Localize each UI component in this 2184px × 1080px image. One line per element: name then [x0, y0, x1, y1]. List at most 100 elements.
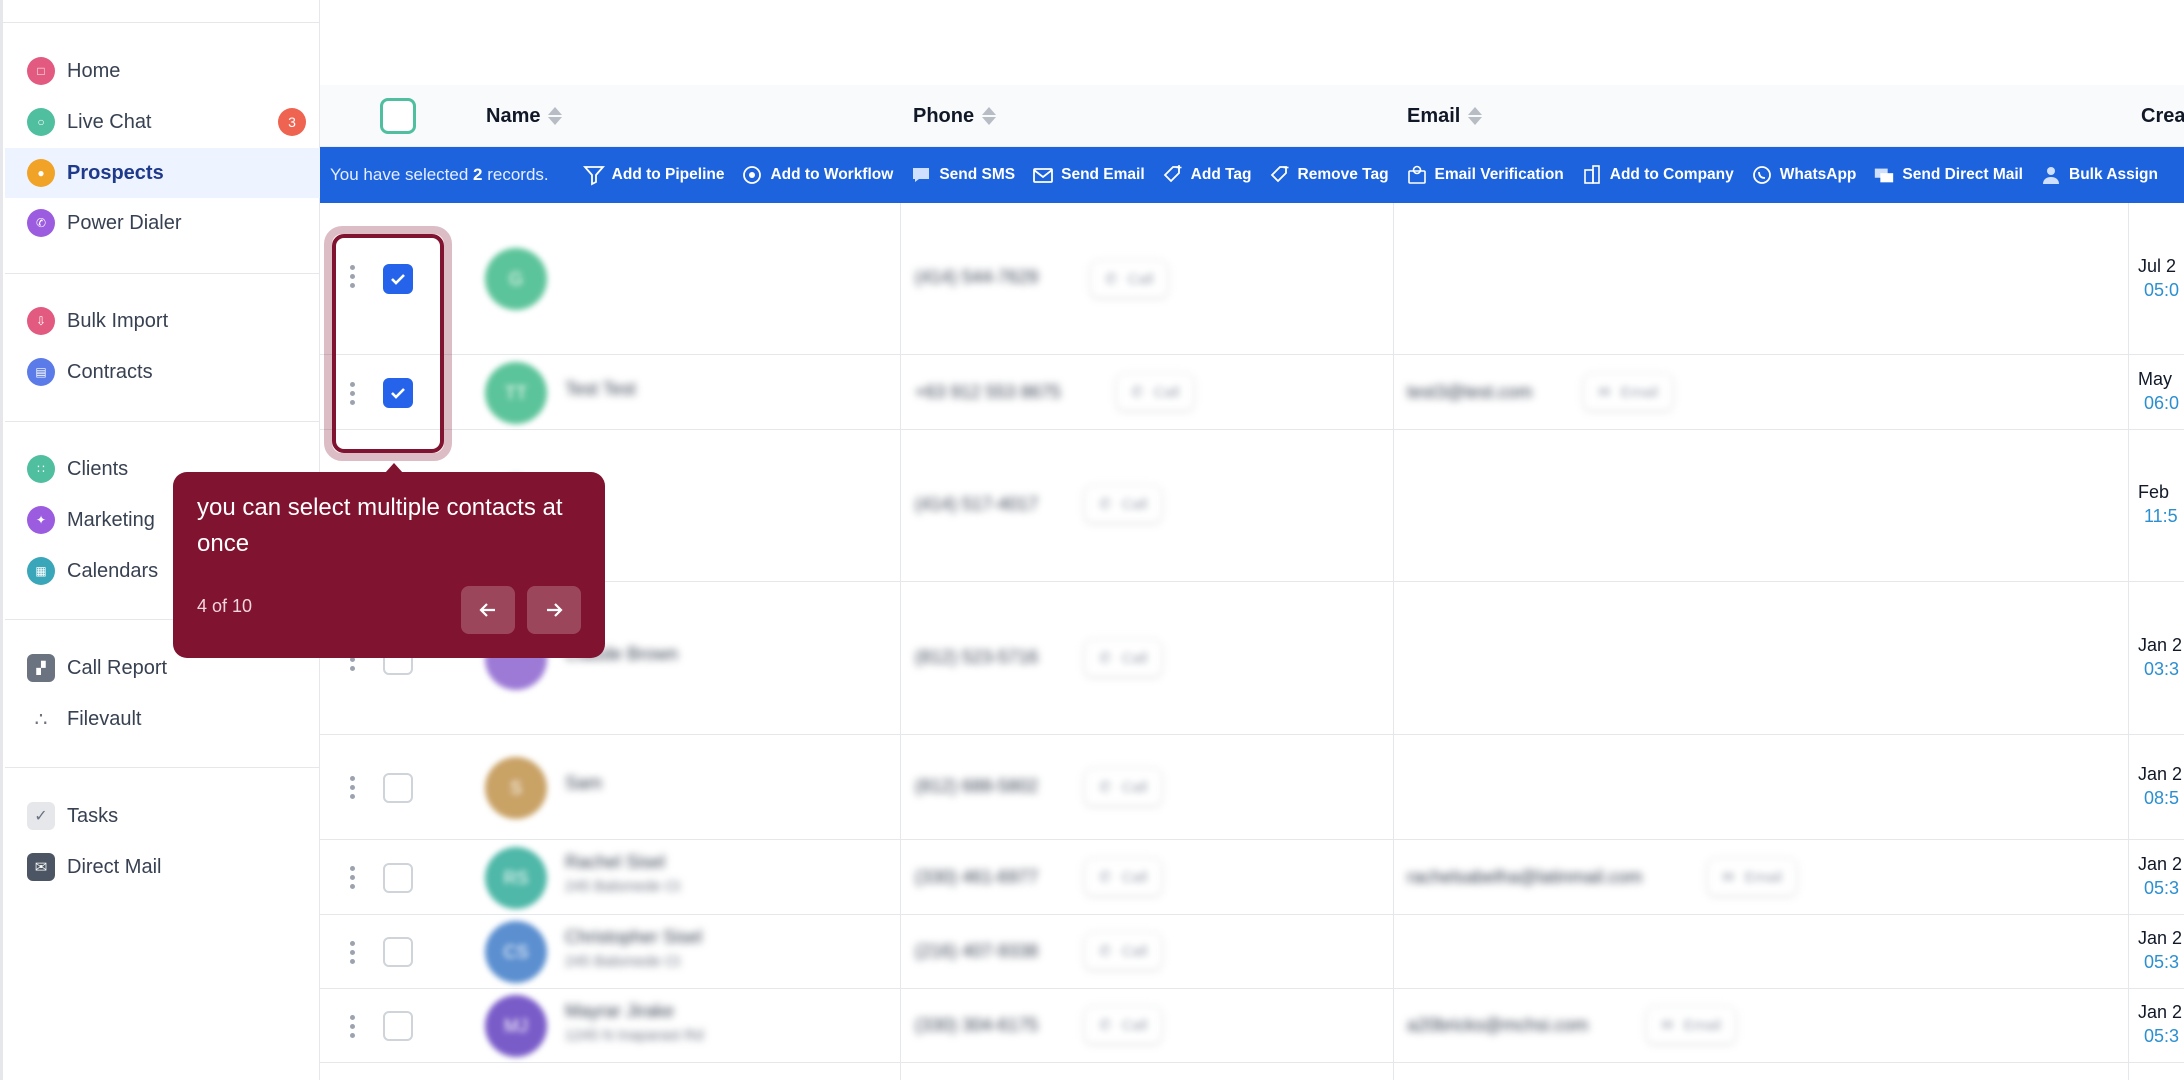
direct-mail-icon	[1873, 164, 1895, 186]
add-to-pipeline-button[interactable]: Add to Pipeline	[582, 164, 724, 186]
row-checkbox[interactable]	[383, 1011, 413, 1041]
contact-name: Mayrar Jirake	[565, 1001, 675, 1021]
whatsapp-button[interactable]: WhatsApp	[1751, 164, 1856, 186]
add-to-workflow-button[interactable]: Add to Workflow	[741, 164, 893, 186]
sidebar-divider	[5, 767, 320, 768]
sms-icon	[910, 164, 932, 186]
report-icon: ▞	[27, 654, 55, 682]
phone-number: (414) 517-4017	[915, 494, 1039, 514]
send-sms-button[interactable]: Send SMS	[910, 164, 1015, 186]
phone-number: (330) 461-6977	[915, 867, 1039, 887]
created-date: Jan 2	[2138, 1002, 2183, 1022]
phone-icon: ✆	[1105, 271, 1118, 288]
phone-icon: ✆	[1099, 496, 1112, 513]
row-menu-icon[interactable]	[350, 941, 356, 964]
created-date: May	[2138, 369, 2173, 389]
sidebar-item-direct-mail[interactable]: ✉ Direct Mail	[5, 842, 320, 892]
arrow-right-icon	[547, 603, 563, 617]
add-to-company-button[interactable]: Add to Company	[1581, 164, 1734, 186]
call-button[interactable]: ✆ Call	[1116, 373, 1195, 411]
tooltip-arrow	[385, 463, 403, 473]
call-button[interactable]: ✆ Call	[1084, 639, 1163, 677]
row-checkbox[interactable]	[383, 863, 413, 893]
call-button[interactable]: ✆ Call	[1084, 768, 1163, 806]
created-date: Jan 2	[2138, 928, 2183, 948]
email-button[interactable]: ✉ Email	[1707, 858, 1798, 896]
phone-icon: ✆	[1099, 650, 1112, 667]
marketing-icon: ✦	[27, 506, 55, 534]
tag-plus-icon	[1162, 164, 1184, 186]
tag-minus-icon	[1269, 164, 1291, 186]
email-button[interactable]: ✉ Email	[1583, 373, 1674, 411]
table-row[interactable]: CS Christopher Sisel 245 Balsmede Ct (21…	[320, 915, 2184, 989]
call-button[interactable]: ✆ Call	[1084, 932, 1163, 970]
phone-icon: ✆	[1131, 384, 1144, 401]
sort-icon	[1468, 107, 1483, 125]
select-all-checkbox[interactable]	[380, 98, 416, 134]
home-icon: □	[27, 57, 55, 85]
table-row[interactable]: RS Rachel Sisel 245 Balsmede Ct (330) 46…	[320, 840, 2184, 915]
email-button[interactable]: ✉ Email	[1646, 1006, 1737, 1044]
email-address: test3@test.com	[1407, 382, 1533, 402]
email-verification-button[interactable]: Email Verification	[1406, 164, 1564, 186]
created-time: 05:0	[2144, 280, 2180, 300]
sidebar-item-power-dialer[interactable]: ✆ Power Dialer	[5, 198, 320, 248]
sidebar-item-live-chat[interactable]: ○ Live Chat 3	[5, 97, 320, 147]
sidebar-item-label: Bulk Import	[67, 309, 169, 332]
remove-tag-button[interactable]: Remove Tag	[1269, 164, 1389, 186]
created-time: 08:5	[2144, 788, 2180, 808]
column-header-name[interactable]: Name	[486, 85, 563, 147]
call-button[interactable]: ✆ Call	[1084, 485, 1163, 523]
tooltip-message: you can select multiple contacts at once	[197, 494, 563, 557]
sidebar-item-prospects[interactable]: ● Prospects	[5, 148, 320, 198]
call-button[interactable]: ✆ Call	[1090, 260, 1169, 298]
send-direct-mail-button[interactable]: Send Direct Mail	[1873, 164, 2023, 186]
sidebar-item-label: Tasks	[67, 804, 119, 827]
call-button[interactable]: ✆ Call	[1084, 1006, 1163, 1044]
sidebar-item-label: Prospects	[67, 161, 164, 184]
tasks-icon: ✓	[27, 802, 55, 830]
sidebar-item-bulk-import[interactable]: ⇩ Bulk Import	[5, 296, 320, 346]
add-tag-button[interactable]: Add Tag	[1162, 164, 1252, 186]
whatsapp-icon	[1751, 164, 1773, 186]
contact-address: 245 Balsmede Ct	[565, 878, 681, 895]
sort-icon	[548, 107, 563, 125]
call-button[interactable]: ✆ Call	[1084, 858, 1163, 896]
sidebar-item-home[interactable]: □ Home	[5, 46, 320, 96]
envelope-icon: ✉	[1598, 384, 1611, 401]
row-checkbox[interactable]	[383, 773, 413, 803]
sidebar-item-filevault[interactable]: ∴ Filevault	[5, 694, 320, 744]
column-header-phone[interactable]: Phone	[913, 85, 997, 147]
phone-icon: ✆	[1099, 779, 1112, 796]
sidebar-item-contracts[interactable]: ▤ Contracts	[5, 347, 320, 397]
phone-number: (216) 407-9338	[915, 941, 1039, 961]
sidebar-item-tasks[interactable]: ✓ Tasks	[5, 791, 320, 841]
envelope-icon	[1032, 164, 1054, 186]
row-menu-icon[interactable]	[350, 866, 356, 889]
bulk-assign-button[interactable]: Bulk Assign	[2040, 164, 2158, 186]
table-row[interactable]: MJ Mayrar Jirake 1245 N Inaparast Rd (33…	[320, 989, 2184, 1063]
send-email-button[interactable]: Send Email	[1032, 164, 1145, 186]
sidebar-item-label: Power Dialer	[67, 211, 182, 234]
column-header-created[interactable]: Crea	[2141, 85, 2184, 147]
column-header-email[interactable]: Email	[1407, 85, 1483, 147]
phone-icon: ✆	[1099, 1017, 1112, 1034]
sidebar-item-label: Filevault	[67, 707, 142, 730]
sidebar-item-label: Calendars	[67, 559, 159, 582]
tour-next-button[interactable]	[527, 586, 581, 634]
building-icon	[1581, 164, 1603, 186]
sidebar-item-label: Home	[67, 59, 121, 82]
sidebar-item-label: Call Report	[67, 656, 168, 679]
tour-step-counter: 4 of 10	[197, 596, 253, 616]
table-row[interactable]: TT Test Test +63 912 553 8675 ✆ Call test…	[320, 355, 2184, 430]
contact-name: Rachel Sisel	[565, 852, 666, 872]
row-checkbox[interactable]	[383, 937, 413, 967]
table-row[interactable]: G (414) 544-7629 ✆ Call Jul 2 05:0	[320, 203, 2184, 355]
avatar: G	[485, 248, 547, 310]
table-row[interactable]: S Sam (812) 688-5802 ✆ Call Jan 2 08:5	[320, 735, 2184, 840]
tour-prev-button[interactable]	[461, 586, 515, 634]
phone-number: (812) 688-5802	[915, 776, 1039, 796]
envelope-icon: ✉	[1661, 1017, 1674, 1034]
row-menu-icon[interactable]	[350, 776, 356, 799]
row-menu-icon[interactable]	[350, 1015, 356, 1038]
